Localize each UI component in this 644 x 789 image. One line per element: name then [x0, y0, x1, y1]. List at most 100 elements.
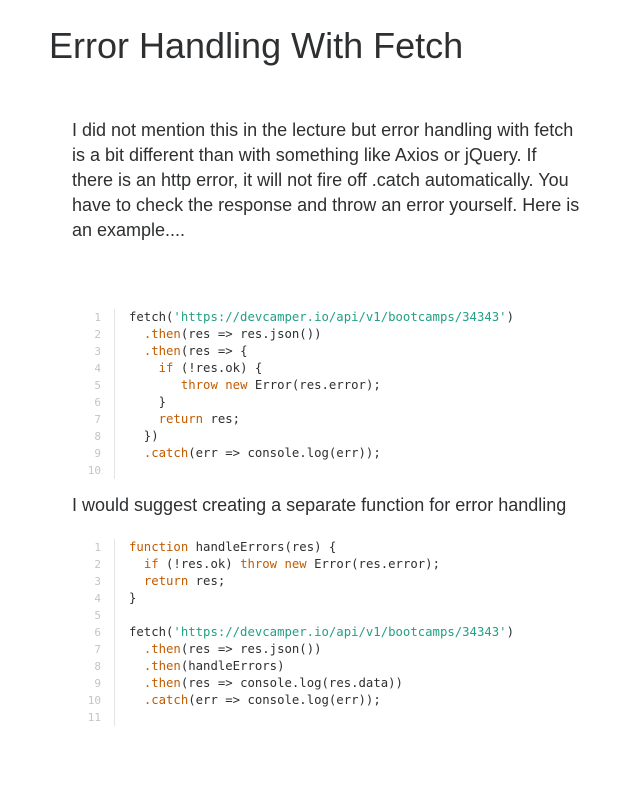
code-token-mth: .catch [143, 693, 189, 707]
page-title: Error Handling With Fetch [49, 25, 464, 66]
code-token-mth: .then [143, 327, 181, 341]
code-line: return res; [129, 573, 514, 590]
code-token: res; [203, 412, 241, 426]
code-token: } [129, 395, 167, 409]
code-token-mth: .then [143, 642, 181, 656]
code-token: }) [129, 429, 159, 443]
code-line: if (!res.ok) throw new Error(res.error); [129, 556, 514, 573]
code-token-str: 'https://devcamper.io/api/v1/bootcamps/3… [173, 310, 507, 324]
code-content: function handleErrors(res) { if (!res.ok… [115, 539, 514, 726]
code-token: (err => console.log(err)); [188, 693, 381, 707]
code-token: (res => res.json()) [180, 642, 322, 656]
code-line: .then(res => res.json()) [129, 326, 514, 343]
code-line: } [129, 394, 514, 411]
line-number: 4 [94, 362, 101, 375]
code-line: .catch(err => console.log(err)); [129, 445, 514, 462]
code-token: fetch( [129, 310, 174, 324]
code-block-fetch-example: 1 2 3 4 5 6 7 8 9 10 fetch('https://devcamper.io/… [80, 309, 514, 479]
code-line: .catch(err => console.log(err)); [129, 692, 514, 709]
code-token-kw: if [158, 361, 174, 375]
code-token-mth: .then [143, 659, 181, 673]
code-block-handle-errors-example: 1 2 3 4 5 6 7 8 9 10 11 function handleErrors(res)… [80, 539, 514, 726]
code-token-kw: new [225, 378, 248, 392]
code-token: handleErrors(res) { [188, 540, 337, 554]
code-token: res; [188, 574, 226, 588]
suggestion-paragraph: I would suggest creating a separate func… [72, 495, 567, 515]
line-number-gutter: 1 2 3 4 5 6 7 8 9 10 [80, 309, 115, 479]
code-token: (res => res.json()) [180, 327, 322, 341]
line-number: 5 [94, 609, 101, 622]
line-number: 1 [94, 541, 101, 554]
code-line: fetch('https://devcamper.io/api/v1/bootc… [129, 309, 514, 326]
code-token-mth: .then [143, 344, 181, 358]
line-number: 11 [87, 711, 101, 724]
code-token-kw: return [158, 412, 204, 426]
line-number: 7 [94, 643, 101, 656]
line-number: 6 [94, 626, 101, 639]
line-number: 2 [94, 558, 101, 571]
line-number-gutter: 1 2 3 4 5 6 7 8 9 10 11 [80, 539, 115, 726]
code-line: .then(res => res.json()) [129, 641, 514, 658]
line-number: 3 [94, 575, 101, 588]
code-line: }) [129, 428, 514, 445]
code-token: (handleErrors) [180, 659, 285, 673]
code-token-mth: .then [143, 676, 181, 690]
code-token-mth: .catch [143, 446, 189, 460]
code-token-str: 'https://devcamper.io/api/v1/bootcamps/3… [173, 625, 507, 639]
line-number: 9 [94, 677, 101, 690]
code-line: .then(handleErrors) [129, 658, 514, 675]
code-token-kw: throw [180, 378, 218, 392]
line-number: 5 [94, 379, 101, 392]
code-line: .then(res => console.log(res.data)) [129, 675, 514, 692]
code-line: fetch('https://devcamper.io/api/v1/bootc… [129, 624, 514, 641]
code-token: Error(res.error); [247, 378, 381, 392]
code-line: return res; [129, 411, 514, 428]
intro-paragraph: I did not mention this in the lecture bu… [72, 120, 580, 240]
code-line: function handleErrors(res) { [129, 539, 514, 556]
code-token: (!res.ok) { [173, 361, 263, 375]
code-token-kw: new [284, 557, 307, 571]
code-line: } [129, 590, 514, 607]
code-token: fetch( [129, 625, 174, 639]
code-content: fetch('https://devcamper.io/api/v1/bootc… [115, 309, 514, 479]
code-token: (res => console.log(res.data)) [180, 676, 403, 690]
line-number: 4 [94, 592, 101, 605]
line-number: 9 [94, 447, 101, 460]
line-number: 1 [94, 311, 101, 324]
line-number: 10 [87, 694, 101, 707]
line-number: 7 [94, 413, 101, 426]
code-token-kw: if [143, 557, 159, 571]
line-number: 3 [94, 345, 101, 358]
line-number: 6 [94, 396, 101, 409]
line-number: 2 [94, 328, 101, 341]
code-line: .then(res => { [129, 343, 514, 360]
code-token: (err => console.log(err)); [188, 446, 381, 460]
line-number: 8 [94, 660, 101, 673]
code-token: (res => { [180, 344, 248, 358]
code-token: ) [506, 625, 514, 639]
code-line: throw new Error(res.error); [129, 377, 514, 394]
code-token-kw: return [143, 574, 189, 588]
code-token: ) [506, 310, 514, 324]
code-token-kw: throw [240, 557, 278, 571]
code-token: } [129, 591, 137, 605]
code-token: (!res.ok) [158, 557, 241, 571]
code-token: Error(res.error); [306, 557, 440, 571]
code-line: if (!res.ok) { [129, 360, 514, 377]
